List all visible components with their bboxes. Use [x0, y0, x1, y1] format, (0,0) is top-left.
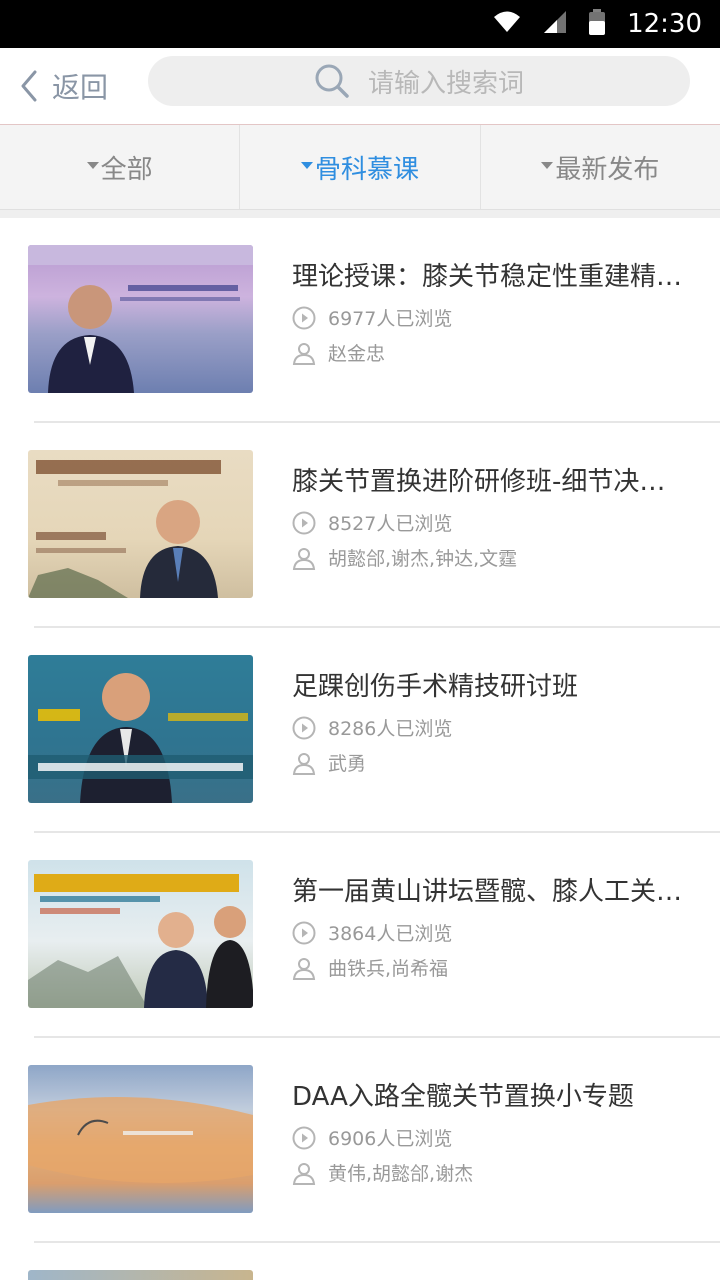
- play-icon: [292, 511, 316, 534]
- play-icon: [292, 1126, 316, 1149]
- view-count: 6906人已浏览: [292, 1124, 452, 1151]
- course-title: 膝关节置换进阶研修班-细节决…: [292, 467, 666, 497]
- search-icon: [315, 64, 349, 98]
- course-title: DAA入路全髋关节置换小专题: [292, 1082, 634, 1112]
- battery-icon: [589, 9, 606, 39]
- filter-tabs: 全部 骨科慕课 最新发布: [0, 124, 720, 210]
- user-icon: [292, 547, 316, 570]
- user-icon: [292, 957, 316, 980]
- course-thumbnail: [28, 450, 253, 598]
- course-thumbnail: [28, 1065, 253, 1213]
- tab-orthopedic-mooc[interactable]: 骨科慕课: [240, 125, 481, 209]
- play-icon: [292, 306, 316, 329]
- view-count: 3864人已浏览: [292, 919, 452, 946]
- view-count: 8527人已浏览: [292, 509, 452, 536]
- tab-label: 全部: [100, 154, 153, 185]
- list-item[interactable]: 第一届黄山讲坛暨髋、膝人工关… 3864人已浏览 曲铁兵,尚希福: [28, 833, 720, 1038]
- play-icon: [292, 716, 316, 739]
- tab-all[interactable]: 全部: [0, 125, 241, 209]
- list-item[interactable]: 足踝创伤手术精技研讨班 8286人已浏览 武勇: [28, 628, 720, 833]
- course-thumbnail: [28, 245, 253, 393]
- author: 曲铁兵,尚希福: [292, 954, 448, 981]
- chevron-left-icon: [21, 70, 37, 102]
- user-icon: [292, 342, 316, 365]
- view-count-text: 6906人已浏览: [328, 1128, 453, 1150]
- status-time: 12:30: [627, 9, 702, 39]
- course-title: 理论授课：膝关节稳定性重建精…: [292, 262, 683, 292]
- view-count-text: 6977人已浏览: [328, 308, 453, 330]
- tab-latest[interactable]: 最新发布: [481, 125, 720, 209]
- back-button[interactable]: 返回: [20, 64, 108, 108]
- course-title: 足踝创伤手术精技研讨班: [292, 672, 579, 702]
- divider: [0, 210, 720, 218]
- back-label: 返回: [52, 71, 109, 104]
- caret-down-icon: [541, 161, 554, 169]
- author-text: 赵金忠: [328, 343, 386, 365]
- author: 胡懿郃,谢杰,钟达,文霆: [292, 544, 517, 571]
- course-thumbnail: [28, 860, 253, 1008]
- tab-label: 骨科慕课: [314, 154, 419, 185]
- list-item[interactable]: 膝关节置换进阶研修班-细节决… 8527人已浏览 胡懿郃,谢杰,钟达,文霆: [28, 423, 720, 628]
- status-bar: 12:30: [0, 0, 720, 48]
- view-count: 8286人已浏览: [292, 714, 452, 741]
- user-icon: [292, 1162, 316, 1185]
- course-title: 第一届黄山讲坛暨髋、膝人工关…: [292, 877, 683, 907]
- course-list: 理论授课：膝关节稳定性重建精… 6977人已浏览 赵金忠 膝关节置换进阶研修班-…: [0, 218, 720, 1243]
- view-count-text: 8286人已浏览: [328, 718, 453, 740]
- author-text: 黄伟,胡懿郃,谢杰: [328, 1163, 474, 1185]
- tab-label: 最新发布: [555, 154, 660, 185]
- list-item[interactable]: DAA入路全髋关节置换小专题 6906人已浏览 黄伟,胡懿郃,谢杰: [28, 1038, 720, 1243]
- author: 黄伟,胡懿郃,谢杰: [292, 1159, 473, 1186]
- course-thumbnail: [28, 655, 253, 803]
- caret-down-icon: [86, 161, 99, 169]
- author: 武勇: [292, 749, 366, 776]
- author-text: 胡懿郃,谢杰,钟达,文霆: [328, 548, 518, 570]
- view-count-text: 3864人已浏览: [328, 923, 453, 945]
- list-item[interactable]: 理论授课：膝关节稳定性重建精… 6977人已浏览 赵金忠: [28, 218, 720, 423]
- course-thumbnail[interactable]: [28, 1270, 253, 1280]
- caret-down-icon: [300, 161, 313, 169]
- signal-icon: [543, 10, 567, 38]
- view-count-text: 8527人已浏览: [328, 513, 453, 535]
- view-count: 6977人已浏览: [292, 304, 452, 331]
- author: 赵金忠: [292, 339, 385, 366]
- wifi-icon: [493, 10, 521, 38]
- user-icon: [292, 752, 316, 775]
- play-icon: [292, 921, 316, 944]
- search-placeholder: 请输入搜索词: [367, 68, 524, 99]
- search-input[interactable]: 请输入搜索词: [148, 56, 690, 106]
- author-text: 曲铁兵,尚希福: [328, 958, 449, 980]
- header: 返回 请输入搜索词: [0, 48, 720, 124]
- author-text: 武勇: [328, 753, 367, 775]
